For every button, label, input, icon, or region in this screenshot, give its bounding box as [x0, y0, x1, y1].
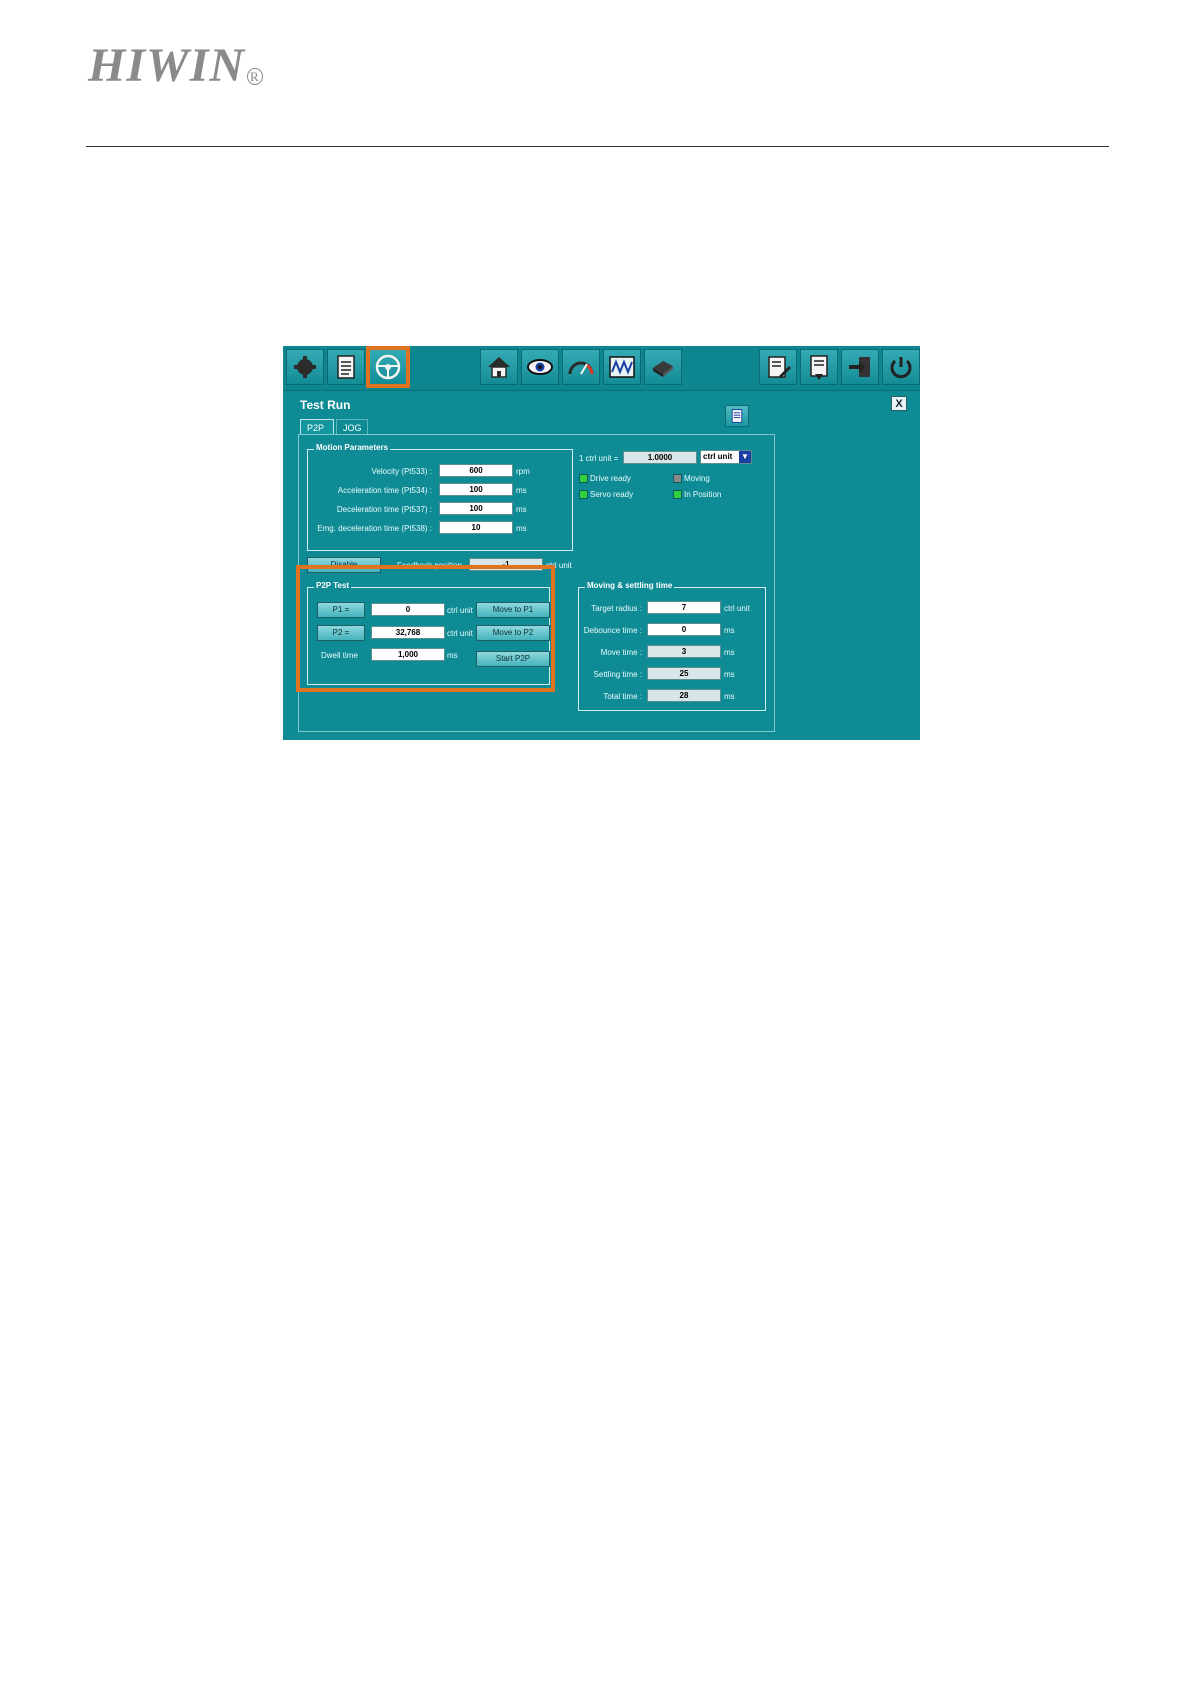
move-time-unit: ms	[724, 648, 735, 657]
registered-mark: R	[247, 68, 263, 85]
toolbar-highlight-frame	[366, 346, 410, 388]
drive-ready-label: Drive ready	[590, 474, 631, 483]
wrench-gear-icon[interactable]	[286, 349, 324, 385]
app-window: Test Run X P2P JOG Motion Parameters Vel…	[283, 346, 920, 740]
debounce-time-label: Debounce time :	[583, 626, 642, 635]
tab-p2p[interactable]: P2P	[300, 419, 334, 435]
export-icon[interactable]	[841, 349, 879, 385]
gauge-icon[interactable]	[562, 349, 600, 385]
unit-select-value: ctrl unit	[703, 452, 733, 461]
in-position-label: In Position	[684, 490, 722, 499]
acceleration-time-field[interactable]: 100	[439, 483, 513, 496]
tab-jog[interactable]: JOG	[336, 419, 368, 435]
motion-parameters-legend: Motion Parameters	[314, 443, 391, 452]
target-radius-field[interactable]: 7	[647, 601, 721, 614]
acceleration-time-label: Acceleration time (Pt534) :	[337, 486, 432, 495]
document-download-icon[interactable]	[800, 349, 838, 385]
document-edit-icon[interactable]	[759, 349, 797, 385]
target-radius-unit: ctrl unit	[724, 604, 750, 613]
chevron-down-icon[interactable]: ▼	[739, 451, 751, 463]
velocity-label: Velocity (Pt533) :	[371, 467, 432, 476]
velocity-field[interactable]: 600	[439, 464, 513, 477]
moving-label: Moving	[684, 474, 710, 483]
header-rule	[86, 146, 1109, 147]
total-time-label: Total time :	[603, 692, 642, 701]
emg-deceleration-time-field[interactable]: 10	[439, 521, 513, 534]
moving-led	[673, 474, 682, 483]
eye-icon[interactable]	[521, 349, 559, 385]
settling-time-unit: ms	[724, 670, 735, 679]
unit-select[interactable]: ctrl unit ▼	[700, 450, 752, 464]
p2p-test-highlight-frame	[296, 565, 555, 692]
document-list-icon[interactable]	[327, 349, 365, 385]
acceleration-time-unit: ms	[516, 486, 527, 495]
servo-ready-label: Servo ready	[590, 490, 634, 499]
home-icon[interactable]	[480, 349, 518, 385]
total-time-unit: ms	[724, 692, 735, 701]
deceleration-time-label: Deceleration time (Pt537) :	[336, 505, 432, 514]
scope-wave-icon[interactable]	[603, 349, 641, 385]
total-time-field: 28	[647, 689, 721, 702]
emg-deceleration-time-label: Emg. deceleration time (Pt538) :	[317, 524, 432, 533]
window-title: Test Run	[300, 398, 351, 412]
debounce-time-field[interactable]: 0	[647, 623, 721, 636]
close-button[interactable]: X	[891, 396, 907, 411]
deceleration-time-field[interactable]: 100	[439, 502, 513, 515]
servo-ready-led	[579, 490, 588, 499]
drive-ready-led	[579, 474, 588, 483]
chip-icon[interactable]	[644, 349, 682, 385]
document-notes-icon[interactable]	[725, 405, 749, 427]
hiwin-logo: HIWIN R	[88, 38, 263, 93]
toolbar	[283, 346, 920, 391]
in-position-led	[673, 490, 682, 499]
ctrl-unit-label: 1 ctrl unit =	[579, 454, 619, 463]
velocity-unit: rpm	[516, 467, 530, 476]
moving-settling-legend: Moving & settling time	[585, 581, 675, 590]
move-time-field: 3	[647, 645, 721, 658]
debounce-time-unit: ms	[724, 626, 735, 635]
emg-deceleration-time-unit: ms	[516, 524, 527, 533]
deceleration-time-unit: ms	[516, 505, 527, 514]
ctrl-unit-ratio-field[interactable]: 1.0000	[623, 451, 697, 464]
power-reset-icon[interactable]	[882, 349, 920, 385]
move-time-label: Move time :	[600, 648, 642, 657]
settling-time-label: Settling time :	[593, 670, 642, 679]
settling-time-field: 25	[647, 667, 721, 680]
target-radius-label: Target radius :	[591, 604, 642, 613]
